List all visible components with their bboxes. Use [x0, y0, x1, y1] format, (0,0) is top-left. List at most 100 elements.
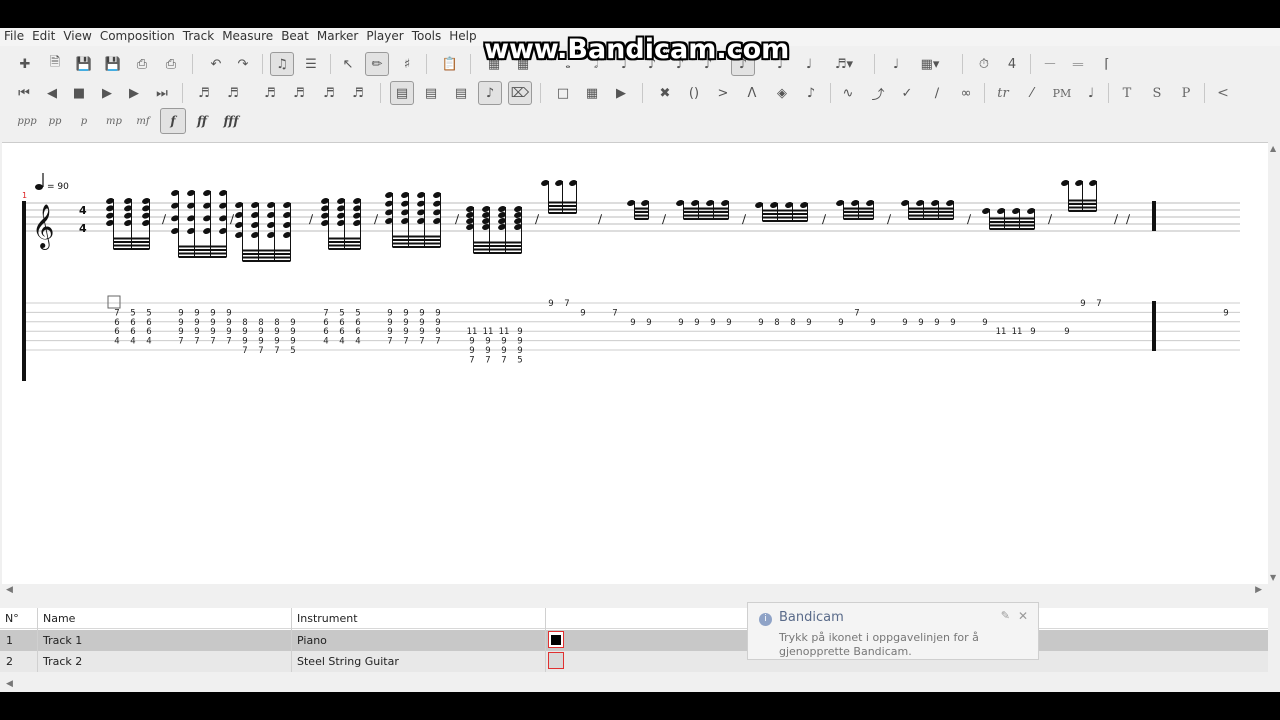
layout-compact-icon[interactable]: ▤ [449, 81, 473, 105]
score-vertical-scrollbar[interactable]: ▲ ▼ [1268, 142, 1280, 584]
bandicam-notification[interactable]: i Bandicam ✎ ✕ Trykk på ikonet i oppgave… [747, 602, 1039, 660]
dynamic-4-icon[interactable]: ♬ [287, 81, 311, 105]
scroll-up-icon[interactable]: ▲ [1270, 144, 1276, 153]
dynamic-5-icon[interactable]: ♬ [317, 81, 341, 105]
harmonic-icon[interactable]: ◈ [770, 81, 794, 105]
dynamic-pp-button[interactable]: pp [43, 109, 67, 133]
slapping-icon[interactable]: S [1145, 81, 1169, 105]
track-vertical-scrollbar[interactable] [1268, 608, 1280, 672]
tempo-icon[interactable]: ⏱ [972, 52, 996, 76]
track-row[interactable]: 1 Track 1 Piano [0, 630, 1268, 651]
media-player-icon[interactable]: ▶ [609, 81, 633, 105]
tapping-icon[interactable]: T [1115, 81, 1139, 105]
fade-in-icon[interactable]: < [1211, 81, 1235, 105]
repeat-open-icon[interactable]: 𝄖 [1038, 52, 1062, 76]
trill-icon[interactable]: tr [991, 81, 1015, 105]
accent-icon[interactable]: > [711, 81, 735, 105]
menu-composition[interactable]: Composition [96, 28, 179, 45]
menu-file[interactable]: File [0, 28, 28, 45]
hammer-on-icon[interactable]: ∞ [954, 81, 978, 105]
redo-icon[interactable]: ↷ [231, 52, 255, 76]
guitar-neck-icon[interactable]: □ [551, 81, 575, 105]
dynamic-mp-button[interactable]: mp [102, 109, 126, 133]
select-tool-icon[interactable]: ↖ [336, 52, 360, 76]
paste-icon[interactable]: 📋 [438, 52, 462, 76]
chord-icon[interactable]: ▦▾ [918, 52, 942, 76]
slide-icon[interactable]: ∕ [925, 81, 949, 105]
grace-note-icon[interactable]: ♪ [799, 81, 823, 105]
dynamic-3-icon[interactable]: ♬ [258, 81, 282, 105]
track-measure-cell[interactable] [548, 631, 564, 648]
play-icon[interactable]: ▶ [95, 81, 119, 105]
dynamic-6-icon[interactable]: ♬ [346, 81, 370, 105]
edit-caret[interactable] [107, 295, 121, 309]
dynamic-ppp-button[interactable]: ppp [15, 109, 39, 133]
menu-measure[interactable]: Measure [218, 28, 277, 45]
dynamic-fff-button[interactable]: fff [219, 109, 243, 133]
tied-note-icon[interactable]: ♩ [884, 52, 908, 76]
dynamic-2-icon[interactable]: ♬ [221, 81, 245, 105]
pin-icon[interactable]: ✎ [1001, 609, 1010, 622]
menu-marker[interactable]: Marker [313, 28, 362, 45]
ghost-note-icon[interactable]: () [682, 81, 706, 105]
last-measure-icon[interactable]: ⏭ [150, 81, 174, 105]
track-horizontal-scrollbar[interactable]: ◀ [0, 678, 1268, 692]
dynamic-f-button[interactable]: f [160, 108, 186, 134]
tab-view-icon[interactable]: ☰ [299, 52, 323, 76]
double-dotted-note-icon[interactable]: ♩ [797, 52, 821, 76]
save-icon[interactable]: 💾 [72, 52, 96, 76]
menu-beat[interactable]: Beat [277, 28, 313, 45]
menu-view[interactable]: View [59, 28, 95, 45]
heavy-accent-icon[interactable]: Λ [740, 81, 764, 105]
score-horizontal-scrollbar[interactable]: ◀ ▶ [0, 584, 1268, 598]
menu-tools[interactable]: Tools [408, 28, 446, 45]
column-header-name[interactable]: Name [38, 608, 291, 629]
menu-track[interactable]: Track [179, 28, 218, 45]
tremolo-picking-icon[interactable]: ⁄ [1020, 81, 1044, 105]
alternate-ending-icon[interactable]: ⌈ [1095, 52, 1119, 76]
open-file-icon[interactable]: 🗎 [43, 52, 67, 76]
close-icon[interactable]: ✕ [1018, 609, 1028, 623]
save-as-icon[interactable]: 💾 [101, 52, 125, 76]
tab-note-view-icon[interactable]: ⌦ [508, 81, 532, 105]
column-header-number[interactable]: N° [0, 608, 37, 629]
scroll-left-icon[interactable]: ◀ [6, 679, 13, 689]
piano-icon[interactable]: ▦ [580, 81, 604, 105]
repeat-close-icon[interactable]: 𝄗 [1066, 52, 1090, 76]
tremolo-bar-icon[interactable]: ✓ [895, 81, 919, 105]
tuplet-icon[interactable]: ♬▾ [832, 52, 856, 76]
score-canvas[interactable]: = 90 1 𝄞 4 4 ∕ ∕ ∕ ∕ ∕ ∕ ∕ ∕ ∕ ∕ ∕ ∕ ∕ ∕ ∕ 76645664566… [2, 143, 1268, 585]
bend-icon[interactable]: ⤴ [866, 81, 890, 105]
note-view-icon[interactable]: ♪ [478, 81, 502, 105]
undo-icon[interactable]: ↶ [204, 52, 228, 76]
score-editor[interactable]: = 90 1 𝄞 4 4 ∕ ∕ ∕ ∕ ∕ ∕ ∕ ∕ ∕ ∕ ∕ ∕ ∕ ∕ ∕ 76645664566… [2, 142, 1268, 585]
staccato-icon[interactable]: ♩ [1079, 81, 1103, 105]
print-icon[interactable]: ⎙ [130, 52, 154, 76]
key-signature-icon[interactable]: ♯ [395, 52, 419, 76]
stop-icon[interactable]: ■ [67, 81, 91, 105]
dynamic-ff-button[interactable]: ff [190, 109, 214, 133]
layout-linear-icon[interactable]: ▤ [419, 81, 443, 105]
score-view-icon[interactable]: ♫ [270, 52, 294, 76]
previous-measure-icon[interactable]: ◀ [40, 81, 64, 105]
new-file-icon[interactable]: ✚ [13, 52, 37, 76]
next-measure-icon[interactable]: ▶ [122, 81, 146, 105]
scroll-right-icon[interactable]: ▶ [1255, 585, 1262, 595]
edit-tool-icon[interactable]: ✏ [365, 52, 389, 76]
scroll-down-icon[interactable]: ▼ [1270, 573, 1276, 582]
popping-icon[interactable]: P [1174, 81, 1198, 105]
layout-page-icon[interactable]: ▤ [390, 81, 414, 105]
dynamic-p-button[interactable]: p [72, 109, 96, 133]
track-measure-cell[interactable] [548, 652, 564, 669]
menu-help[interactable]: Help [445, 28, 480, 45]
track-row[interactable]: 2 Track 2 Steel String Guitar [0, 651, 1268, 672]
first-measure-icon[interactable]: ⏮ [12, 81, 36, 105]
dynamic-mf-button[interactable]: mf [131, 109, 155, 133]
dead-note-icon[interactable]: ✖ [653, 81, 677, 105]
vibrato-icon[interactable]: ∿ [836, 81, 860, 105]
palm-mute-icon[interactable]: PM [1050, 81, 1074, 105]
print-preview-icon[interactable]: ⎙ [159, 52, 183, 76]
menu-edit[interactable]: Edit [28, 28, 59, 45]
column-header-instrument[interactable]: Instrument [292, 608, 545, 629]
menu-player[interactable]: Player [362, 28, 407, 45]
